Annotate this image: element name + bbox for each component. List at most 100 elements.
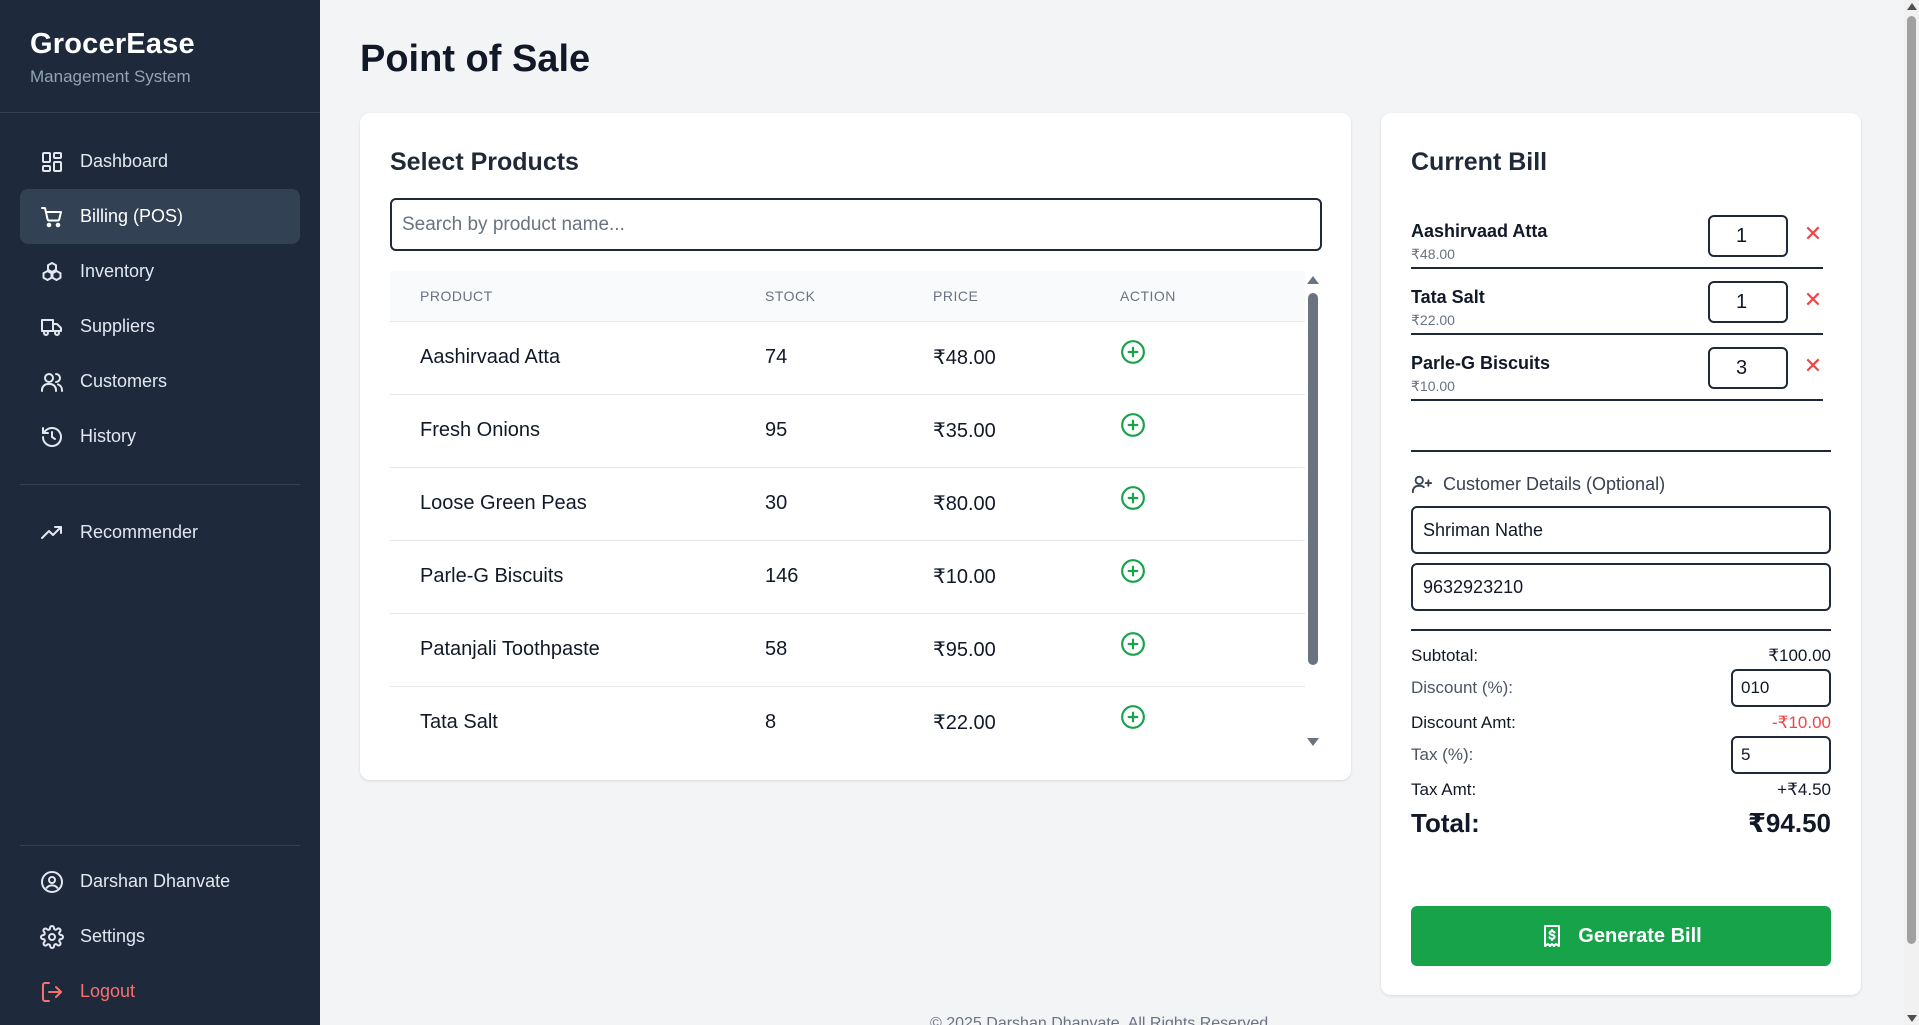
scroll-up-arrow-icon[interactable] [1907,3,1917,10]
discount-pct-label: Discount (%): [1411,678,1514,697]
sidebar-item-label: Recommender [80,522,199,542]
page-scrollbar[interactable] [1904,0,1919,1025]
scroll-down-arrow-icon[interactable] [1907,1015,1917,1022]
sidebar-item-suppliers[interactable]: Suppliers [20,299,300,354]
table-row: Loose Green Peas 30 ₹80.00 [390,466,1305,540]
history-icon [40,425,64,449]
quantity-input[interactable] [1708,215,1788,257]
generate-bill-button[interactable]: Generate Bill [1411,906,1831,966]
discount-pct-input[interactable] [1731,669,1831,707]
scroll-down-arrow-icon[interactable] [1307,738,1319,746]
product-stock: 95 [765,393,933,467]
subtotal-row: Subtotal: ₹100.00 [1411,646,1831,666]
product-price: ₹22.00 [933,685,1120,756]
customer-phone-field[interactable] [1411,563,1831,611]
column-header-product: PRODUCT [420,287,493,304]
plus-circle-icon [1121,485,1145,510]
sidebar-item-settings[interactable]: Settings [20,909,300,964]
product-stock: 146 [765,539,933,613]
sidebar-item-label: Logout [80,981,136,1001]
subtotal-label: Subtotal: [1411,646,1479,665]
receipt-icon [1544,925,1561,947]
sidebar-item-inventory[interactable]: Inventory [20,244,300,299]
product-stock: 30 [765,466,933,540]
sidebar: GrocerEase Management System Dashboard B… [0,0,320,1025]
product-price: ₹48.00 [933,320,1120,394]
main-nav: Dashboard Billing (POS) Inventory Suppli… [20,134,300,560]
scroll-thumb[interactable] [1308,293,1318,665]
tax-pct-label: Tax (%): [1411,745,1474,764]
bill-item-price: ₹10.00 [1411,378,1455,394]
product-price: ₹35.00 [933,393,1120,467]
add-to-bill-button[interactable] [1120,704,1146,730]
add-to-bill-button[interactable] [1120,558,1146,584]
table-row: Tata Salt 8 ₹22.00 [390,685,1305,756]
table-row: Aashirvaad Atta 74 ₹48.00 [390,320,1305,394]
page-title: Point of Sale [360,38,591,80]
product-name: Loose Green Peas [390,466,765,540]
product-stock: 74 [765,320,933,394]
page-scroll-thumb[interactable] [1907,16,1916,944]
product-price: ₹10.00 [933,539,1120,613]
remove-item-button[interactable]: ✕ [1803,355,1823,377]
bill-item-price: ₹22.00 [1411,312,1455,328]
plus-circle-icon [1121,558,1145,583]
boxes-icon [40,260,64,284]
cart-icon [40,205,64,229]
sidebar-item-customers[interactable]: Customers [20,354,300,409]
add-to-bill-button[interactable] [1120,485,1146,511]
product-name: Patanjali Toothpaste [390,612,765,686]
products-table: PRODUCT STOCK PRICE ACTION Aashirvaad At… [390,271,1305,756]
table-row: Parle-G Biscuits 146 ₹10.00 [390,539,1305,613]
remove-item-button[interactable]: ✕ [1803,223,1823,245]
column-header-price: PRICE [933,287,979,304]
customer-name-field[interactable] [1411,506,1831,554]
plus-circle-icon [1121,704,1145,729]
remove-item-button[interactable]: ✕ [1803,289,1823,311]
plus-circle-icon [1121,631,1145,656]
sidebar-item-recommender[interactable]: Recommender [20,505,300,560]
product-price: ₹80.00 [933,466,1120,540]
plus-circle-icon [1121,412,1145,437]
discount-amt-row: Discount Amt: -₹10.00 [1411,713,1831,733]
generate-bill-label: Generate Bill [1578,924,1702,947]
plus-circle-icon [1121,339,1145,364]
sidebar-item-label: Dashboard [80,151,169,171]
dashboard-icon [40,150,64,174]
bill-item-name: Tata Salt [1411,287,1485,307]
products-scrollbar[interactable] [1305,276,1321,746]
tax-amt-row: Tax Amt: +₹4.50 [1411,780,1831,800]
quantity-input[interactable] [1708,281,1788,323]
logout-button[interactable]: Logout [20,964,300,1019]
sidebar-item-history[interactable]: History [20,409,300,464]
sidebar-item-dashboard[interactable]: Dashboard [20,134,300,189]
tax-pct-input[interactable] [1731,736,1831,774]
footer-copyright: © 2025 Darshan Dhanvate. All Rights Rese… [930,1015,1273,1025]
sidebar-item-label: Customers [80,371,168,391]
quantity-input[interactable] [1708,347,1788,389]
sidebar-item-billing[interactable]: Billing (POS) [20,189,300,244]
sidebar-item-label: Inventory [80,261,155,281]
sidebar-item-user[interactable]: Darshan Dhanvate [20,854,300,909]
bill-item-name: Parle-G Biscuits [1411,353,1551,373]
bill-title: Current Bill [1411,148,1548,176]
discount-amt-label: Discount Amt: [1411,713,1516,732]
bill-items-list: Aashirvaad Atta ₹48.00 ✕ Tata Salt ₹22.0… [1411,203,1823,401]
sidebar-footer: Darshan Dhanvate Settings Logout [20,845,300,1019]
bill-item: Parle-G Biscuits ₹10.00 ✕ [1411,335,1823,401]
table-row: Fresh Onions 95 ₹35.00 [390,393,1305,467]
user-circle-icon [40,870,64,894]
gear-icon [40,924,64,949]
user-plus-icon [1411,475,1433,494]
add-to-bill-button[interactable] [1120,339,1146,365]
tax-amt-label: Tax Amt: [1411,780,1477,799]
product-search-input[interactable] [390,198,1322,251]
add-to-bill-button[interactable] [1120,412,1146,438]
subtotal-value: ₹100.00 [1768,646,1831,665]
table-row: Patanjali Toothpaste 58 ₹95.00 [390,612,1305,686]
products-title: Select Products [390,148,579,176]
customer-details-heading: Customer Details (Optional) [1411,473,1665,495]
scroll-up-arrow-icon[interactable] [1307,276,1319,284]
add-to-bill-button[interactable] [1120,631,1146,657]
logout-icon [40,980,64,1004]
